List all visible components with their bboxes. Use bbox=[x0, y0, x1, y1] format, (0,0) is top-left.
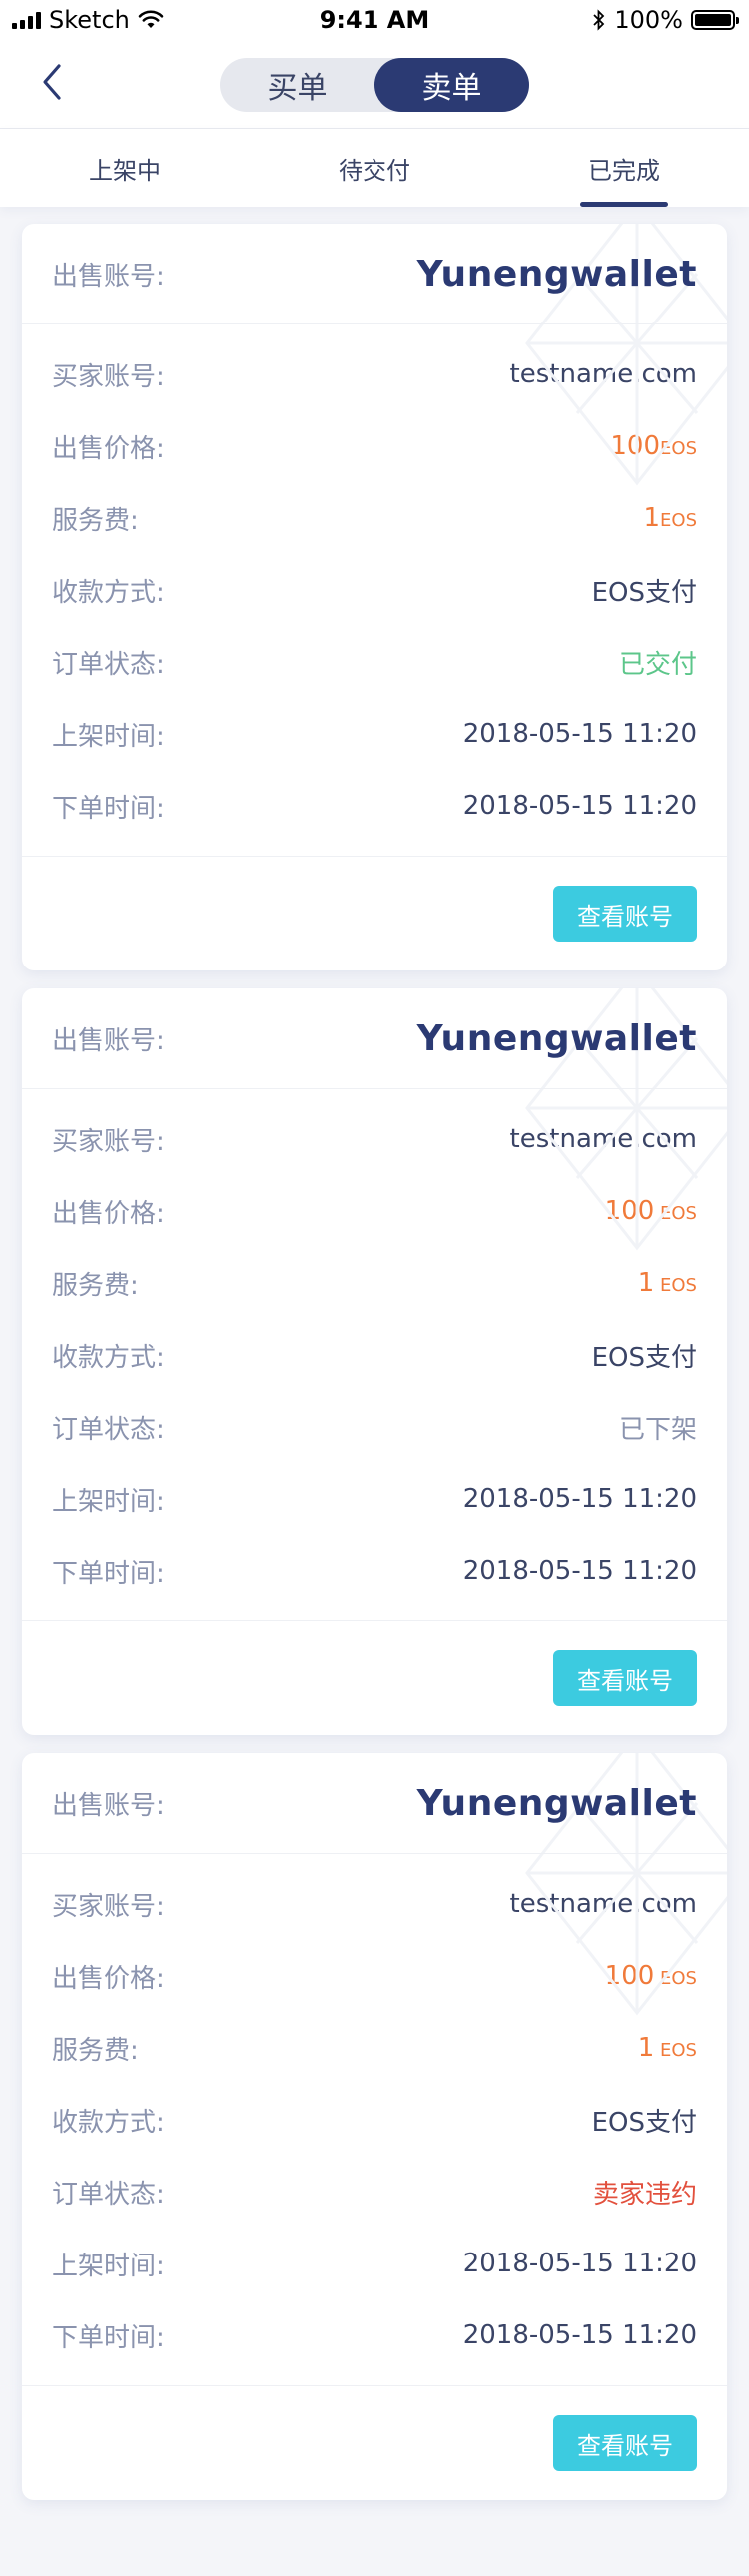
sell-account-label: 出售账号: bbox=[52, 1790, 165, 1821]
chevron-left-icon bbox=[43, 64, 61, 100]
view-account-button[interactable]: 查看账号 bbox=[553, 2415, 697, 2471]
order-time-value: 2018-05-15 11:20 bbox=[462, 2320, 697, 2350]
order-time-label: 下单时间: bbox=[52, 793, 165, 824]
status-label: 订单状态: bbox=[52, 1414, 165, 1445]
status-bar: Sketch 9:41 AM 100% bbox=[0, 0, 749, 40]
listed-time-value: 2018-05-15 11:20 bbox=[462, 2249, 697, 2278]
price-label: 出售价格: bbox=[52, 433, 165, 464]
sell-account-label: 出售账号: bbox=[52, 1025, 165, 1056]
status-row: 订单状态: 已下架 bbox=[22, 1391, 727, 1463]
back-button[interactable] bbox=[30, 60, 74, 104]
fee-unit: EOS bbox=[660, 510, 697, 531]
battery-percent: 100% bbox=[614, 6, 683, 34]
order-time-label: 下单时间: bbox=[52, 1558, 165, 1589]
segment-sell[interactable]: 卖单 bbox=[374, 58, 529, 112]
sell-account-value: Yunengwallet bbox=[416, 1017, 697, 1059]
sell-account-label: 出售账号: bbox=[52, 261, 165, 292]
card-header: 出售账号: Yunengwallet bbox=[22, 988, 727, 1089]
listed-time-label: 上架时间: bbox=[52, 1486, 165, 1517]
fee-amount: 1 bbox=[637, 1268, 655, 1298]
listed-time-row: 上架时间: 2018-05-15 11:20 bbox=[22, 1463, 727, 1535]
order-type-segment: 买单 卖单 bbox=[220, 58, 529, 112]
status-label: 订单状态: bbox=[52, 2179, 165, 2210]
payment-row: 收款方式: EOS支付 bbox=[22, 2084, 727, 2156]
tab-pending-delivery[interactable]: 待交付 bbox=[250, 129, 499, 207]
order-card: 出售账号: Yunengwallet 买家账号: testname.com 出售… bbox=[22, 224, 727, 970]
bluetooth-icon bbox=[593, 9, 605, 31]
listed-time-label: 上架时间: bbox=[52, 721, 165, 752]
tab-listed[interactable]: 上架中 bbox=[0, 129, 250, 207]
payment-row: 收款方式: EOS支付 bbox=[22, 554, 727, 626]
order-time-value: 2018-05-15 11:20 bbox=[462, 1556, 697, 1586]
order-time-label: 下单时间: bbox=[52, 2322, 165, 2353]
card-footer: 查看账号 bbox=[22, 1621, 727, 1735]
sell-account-value: Yunengwallet bbox=[416, 253, 697, 295]
buyer-account-label: 买家账号: bbox=[52, 361, 165, 392]
listed-time-value: 2018-05-15 11:20 bbox=[462, 719, 697, 749]
sell-account-value: Yunengwallet bbox=[416, 1782, 697, 1824]
fee-value: 1 EOS bbox=[638, 2033, 697, 2063]
payment-label: 收款方式: bbox=[52, 2107, 165, 2138]
fee-value: 1EOS bbox=[643, 503, 697, 533]
tab-completed[interactable]: 已完成 bbox=[499, 129, 749, 207]
status-row: 订单状态: 已交付 bbox=[22, 626, 727, 698]
battery-icon bbox=[691, 10, 739, 30]
view-account-button[interactable]: 查看账号 bbox=[553, 1650, 697, 1706]
order-card: 出售账号: Yunengwallet 买家账号: testname.com 出售… bbox=[22, 988, 727, 1735]
payment-value: EOS支付 bbox=[591, 1342, 697, 1373]
payment-value: EOS支付 bbox=[591, 577, 697, 608]
fee-label: 服务费: bbox=[52, 505, 139, 536]
view-account-button[interactable]: 查看账号 bbox=[553, 886, 697, 942]
nav-bar: 买单 卖单 bbox=[0, 40, 749, 129]
payment-value: EOS支付 bbox=[591, 2107, 697, 2138]
segment-buy[interactable]: 买单 bbox=[220, 58, 374, 112]
status-right: 100% bbox=[592, 6, 739, 34]
card-footer: 查看账号 bbox=[22, 2386, 727, 2500]
buyer-account-label: 买家账号: bbox=[52, 1891, 165, 1922]
status-value: 卖家违约 bbox=[592, 2179, 697, 2210]
price-label: 出售价格: bbox=[52, 1198, 165, 1229]
fee-unit: EOS bbox=[654, 1275, 697, 1296]
payment-label: 收款方式: bbox=[52, 1342, 165, 1373]
price-label: 出售价格: bbox=[52, 1963, 165, 1994]
fee-amount: 1 bbox=[643, 503, 661, 533]
order-time-row: 下单时间: 2018-05-15 11:20 bbox=[22, 770, 727, 842]
fee-label: 服务费: bbox=[52, 1270, 139, 1301]
listed-time-row: 上架时间: 2018-05-15 11:20 bbox=[22, 698, 727, 770]
status-label: 订单状态: bbox=[52, 649, 165, 680]
card-footer: 查看账号 bbox=[22, 857, 727, 970]
listed-time-row: 上架时间: 2018-05-15 11:20 bbox=[22, 2228, 727, 2299]
status-tabs: 上架中 待交付 已完成 bbox=[0, 129, 749, 207]
fee-amount: 1 bbox=[637, 2033, 655, 2063]
payment-label: 收款方式: bbox=[52, 577, 165, 608]
buyer-account-label: 买家账号: bbox=[52, 1126, 165, 1157]
card-header: 出售账号: Yunengwallet bbox=[22, 1753, 727, 1854]
card-header: 出售账号: Yunengwallet bbox=[22, 224, 727, 324]
payment-row: 收款方式: EOS支付 bbox=[22, 1319, 727, 1391]
fee-unit: EOS bbox=[654, 2040, 697, 2061]
order-time-row: 下单时间: 2018-05-15 11:20 bbox=[22, 1535, 727, 1607]
fee-value: 1 EOS bbox=[638, 1268, 697, 1298]
order-time-row: 下单时间: 2018-05-15 11:20 bbox=[22, 2299, 727, 2371]
status-value: 已下架 bbox=[618, 1414, 697, 1445]
status-value: 已交付 bbox=[618, 649, 697, 680]
listed-time-value: 2018-05-15 11:20 bbox=[462, 1484, 697, 1514]
listed-time-label: 上架时间: bbox=[52, 2251, 165, 2281]
order-time-value: 2018-05-15 11:20 bbox=[462, 791, 697, 821]
status-row: 订单状态: 卖家违约 bbox=[22, 2156, 727, 2228]
order-card: 出售账号: Yunengwallet 买家账号: testname.com 出售… bbox=[22, 1753, 727, 2500]
fee-label: 服务费: bbox=[52, 2035, 139, 2066]
